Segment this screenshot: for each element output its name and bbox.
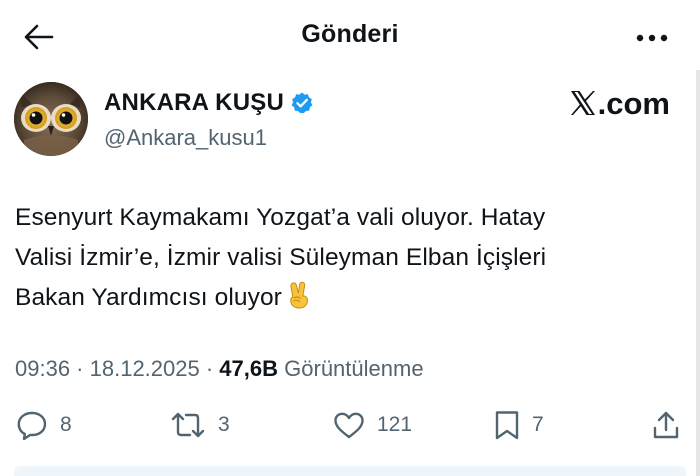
retweet-icon <box>171 412 205 438</box>
retweet-count: 3 <box>218 413 230 436</box>
views-count[interactable]: 47,6B <box>219 356 278 381</box>
bookmark-icon <box>495 411 519 440</box>
tweet-text: Esenyurt Kaymakamı Yozgat’a vali oluyor.… <box>15 198 675 318</box>
bookmark-count: 7 <box>532 413 544 436</box>
avatar[interactable] <box>14 82 88 156</box>
share-button[interactable] <box>652 408 680 442</box>
x-logo-icon <box>569 89 597 117</box>
tweet-line: Bakan Yardımcısı oluyor <box>15 284 282 311</box>
author-name-row[interactable]: ANKARA KUŞU <box>104 89 314 117</box>
verified-badge-icon <box>290 91 314 115</box>
next-item-edge <box>14 466 686 476</box>
heart-icon <box>334 412 364 439</box>
like-button[interactable]: 121 <box>333 408 412 442</box>
tweet-line: Esenyurt Kaymakamı Yozgat’a vali oluyor.… <box>15 204 546 231</box>
tweet-detail-page: Gönderi ANKARA KUŞU @Ankara_kusu1 .com E… <box>0 0 700 476</box>
owl-avatar-icon <box>14 82 88 156</box>
more-options-button[interactable] <box>634 24 670 52</box>
tweet-time[interactable]: 09:36 <box>15 356 70 381</box>
reply-button[interactable]: 8 <box>16 408 72 442</box>
reply-count: 8 <box>60 413 72 436</box>
header: Gönderi <box>0 0 700 70</box>
share-icon <box>653 411 679 439</box>
x-com-label: .com <box>597 86 670 121</box>
like-count: 121 <box>377 413 413 436</box>
more-horizontal-icon <box>636 34 668 42</box>
tweet-date[interactable]: 18.12.2025 <box>90 356 200 381</box>
tweet-line-last: Bakan Yardımcısı oluyor <box>15 278 675 318</box>
views-label: Görüntülenme <box>284 356 424 381</box>
meta-separator: · <box>199 356 220 381</box>
meta-separator: · <box>70 356 90 381</box>
retweet-button[interactable]: 3 <box>170 408 230 442</box>
x-com-watermark: .com <box>569 86 670 122</box>
scrollbar[interactable] <box>696 70 700 476</box>
reply-icon <box>17 411 47 440</box>
author-name[interactable]: ANKARA KUŞU <box>104 89 284 117</box>
tweet-line: Valisi İzmir’e, İzmir valisi Süleyman El… <box>15 244 547 271</box>
victory-hand-emoji <box>286 281 312 309</box>
bookmark-button[interactable]: 7 <box>494 408 544 442</box>
author-handle[interactable]: @Ankara_kusu1 <box>104 125 267 151</box>
tweet-meta: 09:36 · 18.12.2025 · 47,6B Görüntülenme <box>15 356 424 382</box>
page-title: Gönderi <box>301 20 399 48</box>
